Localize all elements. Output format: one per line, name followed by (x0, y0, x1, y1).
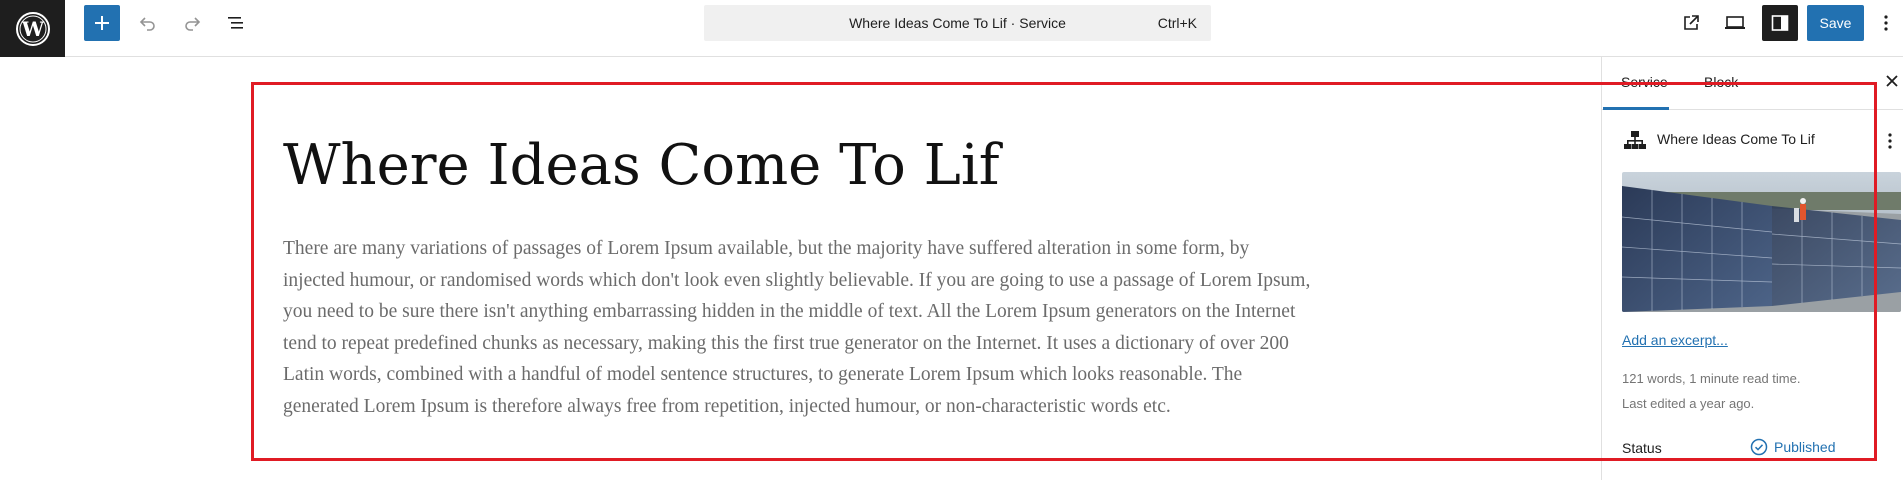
desktop-icon (1725, 16, 1745, 29)
list-view-button[interactable] (220, 7, 252, 39)
close-icon (1886, 75, 1898, 87)
undo-icon (139, 17, 155, 31)
solar-panels-image (1622, 172, 1901, 312)
wordpress-logo-icon[interactable]: W (0, 0, 65, 57)
keyboard-shortcut-hint: Ctrl+K (1157, 15, 1197, 31)
tab-block[interactable]: Block (1704, 57, 1738, 110)
published-check-icon (1750, 438, 1768, 456)
status-dropdown-button[interactable]: Published (1750, 438, 1836, 456)
add-excerpt-link[interactable]: Add an excerpt... (1622, 332, 1728, 348)
list-view-icon (228, 17, 243, 29)
more-vertical-icon (1888, 133, 1892, 149)
more-vertical-icon (1884, 15, 1888, 31)
device-preview-button[interactable] (1719, 7, 1751, 39)
svg-text:W: W (20, 17, 44, 41)
document-title: Where Ideas Come To Lif · Service (849, 15, 1066, 31)
status-value: Published (1774, 439, 1836, 455)
post-title[interactable]: Where Ideas Come To Lif (283, 135, 999, 197)
post-content-paragraph[interactable]: There are many variations of passages of… (283, 233, 1313, 422)
view-post-button[interactable] (1675, 7, 1707, 39)
last-edited-text: Last edited a year ago. (1622, 396, 1755, 411)
command-palette-button[interactable]: Where Ideas Come To Lif · Service Ctrl+K (704, 5, 1211, 41)
post-actions-button[interactable] (1880, 129, 1900, 153)
sidebar-toggle-icon (1771, 15, 1789, 31)
redo-icon (185, 17, 201, 31)
settings-sidebar: Service Block Where Ideas Come To Lif Ad… (1601, 57, 1903, 480)
status-label: Status (1622, 440, 1662, 456)
save-button[interactable]: Save (1807, 5, 1864, 41)
external-link-icon (1684, 15, 1699, 30)
plus-icon (95, 16, 109, 30)
settings-sidebar-toggle[interactable] (1762, 5, 1798, 41)
featured-image[interactable] (1622, 172, 1901, 312)
tab-service[interactable]: Service (1603, 57, 1669, 110)
hierarchy-icon (1624, 131, 1646, 149)
editor-canvas[interactable]: Where Ideas Come To Lif There are many v… (0, 57, 1601, 480)
sidebar-tabs: Service Block (1602, 57, 1903, 110)
redo-button[interactable] (176, 7, 208, 39)
add-block-button[interactable] (84, 5, 120, 41)
editor-header: W Where Ideas Come To Lif · Service Ctrl… (0, 0, 1903, 57)
post-card-title: Where Ideas Come To Lif (1657, 131, 1815, 147)
word-count-text: 121 words, 1 minute read time. (1622, 371, 1801, 386)
undo-button[interactable] (132, 7, 164, 39)
close-sidebar-button[interactable] (1880, 69, 1903, 93)
options-menu-button[interactable] (1872, 7, 1900, 39)
